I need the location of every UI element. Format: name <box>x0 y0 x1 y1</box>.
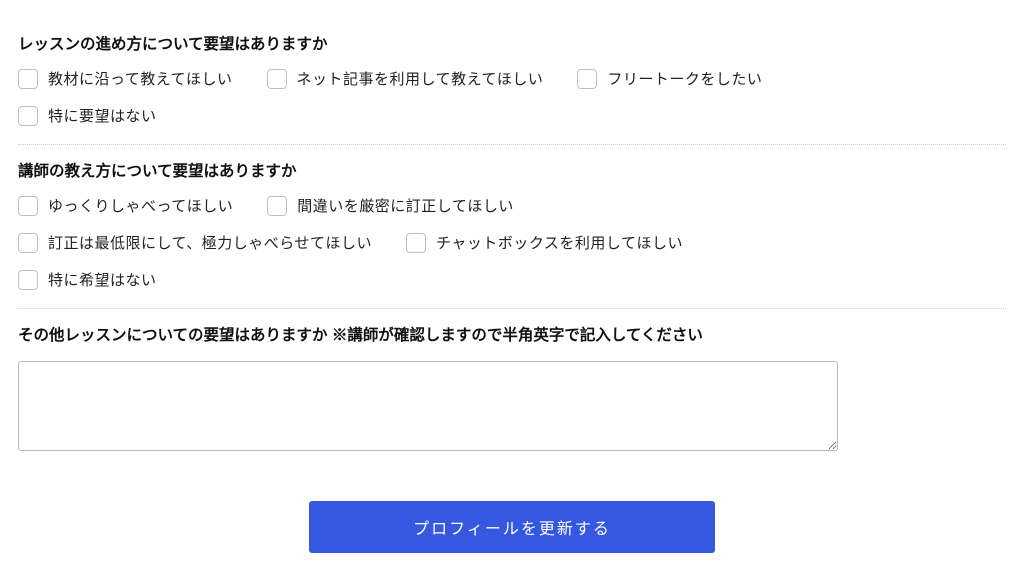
teaching-style-option-1[interactable]: 間違いを厳密に訂正してほしい <box>267 195 514 216</box>
checkbox-icon <box>18 233 38 253</box>
teaching-style-option-1-label: 間違いを厳密に訂正してほしい <box>297 195 514 216</box>
checkbox-icon <box>267 196 287 216</box>
submit-row: プロフィールを更新する <box>18 473 1006 553</box>
checkbox-icon <box>18 69 38 89</box>
checkbox-icon <box>406 233 426 253</box>
teaching-style-section: 講師の教え方について要望はありますか ゆっくりしゃべってほしい 間違いを厳密に訂… <box>18 145 1006 309</box>
lesson-flow-option-3-label: 特に要望はない <box>48 105 157 126</box>
lesson-flow-title: レッスンの進め方について要望はありますか <box>18 32 1006 54</box>
other-requests-title: その他レッスンについての要望はありますか ※講師が確認しますので半角英字で記入し… <box>18 323 1006 345</box>
lesson-flow-option-1[interactable]: ネット記事を利用して教えてほしい <box>267 68 544 89</box>
lesson-flow-row-1: 教材に沿って教えてほしい ネット記事を利用して教えてほしい フリートークをしたい <box>18 68 1006 89</box>
teaching-style-option-3[interactable]: チャットボックスを利用してほしい <box>406 232 683 253</box>
lesson-flow-section: レッスンの進め方について要望はありますか 教材に沿って教えてほしい ネット記事を… <box>18 18 1006 145</box>
teaching-style-row-1: ゆっくりしゃべってほしい 間違いを厳密に訂正してほしい <box>18 195 1006 216</box>
teaching-style-title: 講師の教え方について要望はありますか <box>18 159 1006 181</box>
teaching-style-option-3-label: チャットボックスを利用してほしい <box>436 232 683 253</box>
teaching-style-option-0-label: ゆっくりしゃべってほしい <box>48 195 233 216</box>
checkbox-icon <box>18 106 38 126</box>
lesson-flow-row-2: 特に要望はない <box>18 105 1006 126</box>
teaching-style-option-4-label: 特に希望はない <box>48 269 157 290</box>
other-requests-textarea-wrap <box>18 359 1006 455</box>
lesson-flow-option-2[interactable]: フリートークをしたい <box>577 68 762 89</box>
teaching-style-option-4[interactable]: 特に希望はない <box>18 269 157 290</box>
checkbox-icon <box>18 270 38 290</box>
other-requests-textarea[interactable] <box>18 361 838 451</box>
teaching-style-option-2-label: 訂正は最低限にして、極力しゃべらせてほしい <box>48 232 372 253</box>
update-profile-button[interactable]: プロフィールを更新する <box>309 501 715 553</box>
checkbox-icon <box>577 69 597 89</box>
lesson-flow-option-1-label: ネット記事を利用して教えてほしい <box>297 68 544 89</box>
checkbox-icon <box>267 69 287 89</box>
lesson-flow-option-3[interactable]: 特に要望はない <box>18 105 157 126</box>
teaching-style-row-3: 特に希望はない <box>18 269 1006 290</box>
teaching-style-option-2[interactable]: 訂正は最低限にして、極力しゃべらせてほしい <box>18 232 372 253</box>
teaching-style-option-0[interactable]: ゆっくりしゃべってほしい <box>18 195 233 216</box>
checkbox-icon <box>18 196 38 216</box>
lesson-flow-option-2-label: フリートークをしたい <box>607 68 762 89</box>
lesson-flow-option-0[interactable]: 教材に沿って教えてほしい <box>18 68 233 89</box>
teaching-style-row-2: 訂正は最低限にして、極力しゃべらせてほしい チャットボックスを利用してほしい <box>18 232 1006 253</box>
other-requests-section: その他レッスンについての要望はありますか ※講師が確認しますので半角英字で記入し… <box>18 309 1006 473</box>
lesson-flow-option-0-label: 教材に沿って教えてほしい <box>48 68 233 89</box>
